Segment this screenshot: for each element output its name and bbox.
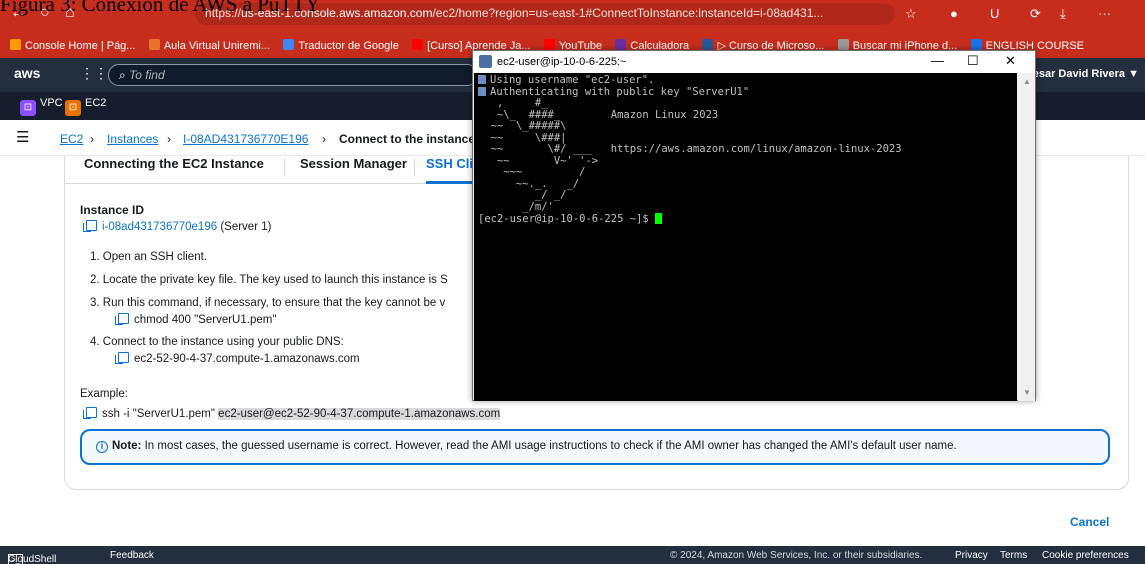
close-button[interactable]: ✕ [1005, 53, 1016, 69]
search-input[interactable]: ⌕ To find [108, 64, 478, 86]
putty-icon [479, 55, 492, 68]
terminal-screen[interactable]: Using username "ec2-user". Authenticatin… [474, 73, 1017, 401]
terminal-banner-art: , #_ ~\_ ####_ Amazon Linux 2023 ~~ \_##… [490, 97, 902, 213]
minimize-button[interactable]: — [931, 53, 944, 68]
chmod-command-row: chmod 400 "ServerU1.pem" [115, 313, 277, 326]
bookmark-icon [837, 39, 849, 50]
shield-icon[interactable]: U [990, 6, 999, 21]
example-command-row: ssh -i "ServerU1.pem" ec2-user@ec2-52-90… [83, 407, 501, 420]
figure-caption: Figura 3: Conexión de AWS a PuTTY [0, 0, 321, 16]
bookmark-item[interactable]: Traductor de Google [283, 34, 399, 58]
vpc-icon: ⊡ [20, 100, 36, 116]
bookmark-icon [412, 39, 424, 50]
terms-link[interactable]: Terms [1000, 550, 1027, 561]
public-dns: ec2-52-90-4-37.compute-1.amazonaws.com [134, 353, 360, 365]
info-note: i Note: In most cases, the guessed userna… [80, 429, 1110, 465]
search-icon: ⌕ [119, 68, 130, 82]
extension-icon[interactable]: ● [950, 6, 958, 21]
feedback-link[interactable]: Feedback [110, 550, 154, 561]
cancel-button[interactable]: Cancel [1070, 515, 1109, 529]
tab-connecting-instance[interactable]: Connecting the EC2 Instance [84, 156, 264, 184]
info-icon: i [96, 441, 108, 453]
tab-divider [414, 158, 415, 176]
tab-bar: Connecting the EC2 Instance Session Mana… [64, 156, 484, 184]
terminal-cursor [655, 213, 663, 224]
step-4: 4. Connect to the instance using your pu… [90, 336, 344, 348]
cookie-preferences-link[interactable]: Cookie preferences [1042, 550, 1129, 561]
maximize-button[interactable]: ☐ [967, 53, 979, 69]
hamburger-icon[interactable]: ☰ [16, 128, 29, 146]
putty-terminal-window[interactable]: ec2-user@ip-10-0-6-225:~ — ☐ ✕ Using use… [472, 50, 1036, 401]
bookmark-icon [10, 39, 21, 50]
copy-icon[interactable] [83, 220, 97, 232]
putty-icon [478, 86, 486, 96]
step-1: 1. Open an SSH client. [90, 251, 207, 263]
terminal-title: ec2-user@ip-10-0-6-225:~ [497, 56, 627, 68]
example-command-host: ec2-user@ec2-52-90-4-37.compute-1.amazon… [218, 408, 501, 420]
instance-id-row: i-08ad431736770e196 (Server 1) [83, 220, 272, 233]
chevron-right-icon: › [322, 132, 326, 146]
chevron-right-icon: › [167, 132, 171, 146]
breadcrumb-current: Connect to the instance [339, 132, 476, 146]
step-3: 3. Run this command, if necessary, to en… [90, 297, 446, 309]
instance-id-link[interactable]: i-08ad431736770e196 [102, 221, 217, 233]
star-icon[interactable]: ☆ [905, 6, 917, 22]
split-icon[interactable]: ⟳ [1030, 6, 1041, 22]
scroll-up-icon[interactable]: ▲ [1023, 77, 1031, 86]
privacy-link[interactable]: Privacy [955, 550, 988, 561]
example-label: Example: [80, 388, 128, 400]
public-dns-row: ec2-52-90-4-37.compute-1.amazonaws.com [115, 352, 360, 365]
user-menu[interactable]: Cesar David Rivera ▼ [1025, 68, 1139, 80]
copy-icon[interactable] [83, 407, 97, 419]
breadcrumb-instance-id[interactable]: I-08AD431736770E196 [183, 132, 308, 146]
breadcrumb-ec2[interactable]: EC2 [60, 132, 83, 146]
service-ec2[interactable]: ⊡ EC2 [65, 97, 106, 116]
bookmark-icon [615, 39, 627, 50]
aws-logo[interactable]: aws [14, 65, 40, 81]
step-2: 2. Locate the private key file. The key … [90, 274, 448, 286]
breadcrumb-instances[interactable]: Instances [107, 132, 158, 146]
terminal-titlebar[interactable]: ec2-user@ip-10-0-6-225:~ — ☐ ✕ [473, 51, 1035, 73]
terminal-scrollbar[interactable]: ▲ ▼ [1018, 73, 1035, 401]
bookmark-icon [970, 39, 982, 50]
bookmark-item[interactable]: Aula Virtual Uniremi... [148, 34, 270, 58]
bookmark-icon [283, 39, 295, 50]
chmod-command: chmod 400 "ServerU1.pem" [134, 314, 277, 326]
console-footer: >_ CloudShell Feedback © 2024, Amazon Web… [0, 546, 1145, 564]
tab-ssh-client[interactable]: SSH Client [426, 156, 476, 184]
putty-icon [478, 75, 486, 84]
more-icon[interactable]: ··· [1098, 6, 1111, 21]
example-command-prefix: ssh -i "ServerU1.pem" [102, 408, 219, 420]
ec2-icon: ⊡ [65, 100, 81, 116]
note-text: In most cases, the guessed username is c… [141, 440, 957, 452]
bookmark-icon [148, 39, 160, 50]
screenshot-root: Figura 3: Conexión de AWS a PuTTY ← ○ ⌂ … [0, 0, 1145, 564]
instance-name: (Server 1) [220, 221, 272, 233]
service-vpc[interactable]: ⊡ VPC [20, 97, 63, 116]
tab-divider [284, 158, 285, 176]
copyright: © 2024, Amazon Web Services, Inc. or the… [670, 550, 923, 561]
bookmark-item[interactable]: Console Home | Pág... [10, 34, 135, 58]
terminal-prompt: [ec2-user@ip-10-0-6-225 ~]$ [478, 213, 656, 225]
terminal-line-username: Using username "ec2-user". [490, 74, 655, 86]
copy-icon[interactable] [115, 352, 129, 364]
copy-icon[interactable] [115, 313, 129, 325]
download-icon[interactable]: ⤓ [1060, 6, 1066, 22]
terminal-line-auth: Authenticating with public key "ServerU1… [490, 85, 750, 98]
url-path: /ec2/home?region=us-east-1#ConnectToInst… [432, 6, 824, 20]
tab-session-manager[interactable]: Session Manager [300, 156, 407, 184]
bookmark-icon [702, 39, 714, 50]
instance-id-label: Instance ID [80, 203, 145, 217]
bookmark-icon [543, 39, 555, 50]
scroll-down-icon[interactable]: ▼ [1023, 388, 1031, 397]
chevron-right-icon: › [90, 132, 94, 146]
note-label: Note: [112, 440, 142, 452]
